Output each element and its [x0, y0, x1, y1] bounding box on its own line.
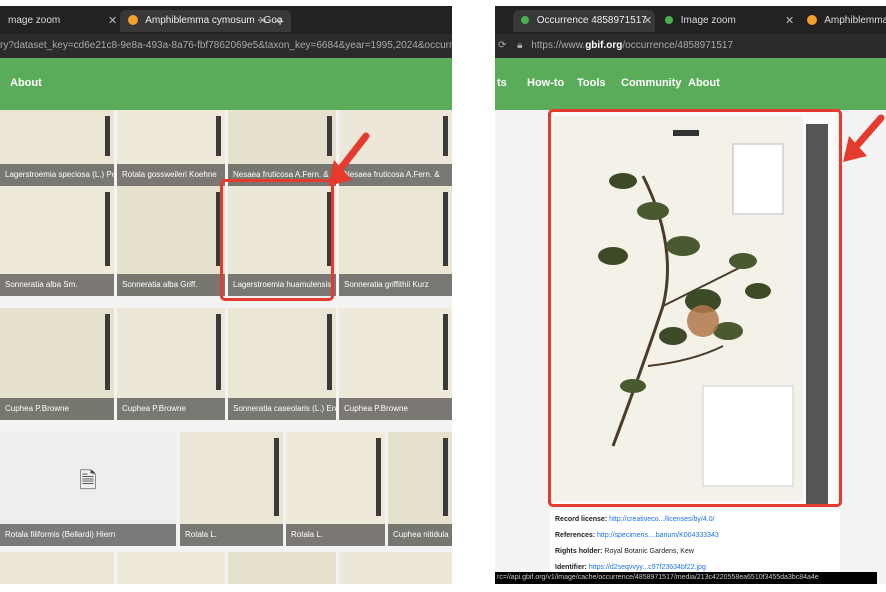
- red-arrow-icon: [843, 114, 885, 162]
- grid-item-caption: Sonneratia alba Griff.: [117, 274, 225, 296]
- grid-item[interactable]: Cuphea P.Browne: [0, 308, 114, 420]
- grid-item-caption: Rotala L.: [286, 524, 385, 546]
- close-icon[interactable]: ✕: [643, 10, 652, 32]
- right-browser-window: Occurrence 4858971517 ✕ Image zoom ✕ Amp…: [495, 6, 886, 584]
- right-tab-bar: Occurrence 4858971517 ✕ Image zoom ✕ Amp…: [495, 6, 886, 34]
- grid-item[interactable]: Rotala L.: [286, 432, 385, 546]
- grid-item-caption: Sonneratia griffithii Kurz: [339, 274, 452, 296]
- tab-label: Occurrence 4858971517: [536, 15, 647, 26]
- specimen-thumbnail: [339, 552, 452, 584]
- scale-ruler: [443, 192, 448, 266]
- close-icon[interactable]: ✕: [258, 10, 267, 32]
- grid-item[interactable]: Sonneratia griffithii Kurz: [339, 186, 452, 296]
- grid-item[interactable]: Sonneratia alba Griff.: [117, 186, 225, 296]
- grid-item-caption: Lagerstroemia speciosa (L.) Pers.: [0, 164, 114, 186]
- tab-label: Image zoom: [680, 15, 736, 26]
- reload-icon[interactable]: ⟳: [498, 40, 506, 51]
- red-arrow-icon: [328, 132, 370, 186]
- grid-item[interactable]: [228, 552, 336, 584]
- scale-ruler: [105, 192, 110, 266]
- close-icon[interactable]: ✕: [108, 10, 117, 32]
- nav-community-link[interactable]: Community: [621, 77, 682, 89]
- gbif-favicon-icon: [128, 15, 138, 26]
- specimen-thumbnail: [228, 552, 336, 584]
- nav-howto-link[interactable]: How-to: [527, 77, 564, 89]
- grid-item[interactable]: [117, 552, 225, 584]
- nav-about-link[interactable]: About: [10, 77, 42, 89]
- status-bar: rc=//api.gbif.org/v1/image/cache/occurre…: [495, 572, 877, 584]
- highlight-box: [220, 179, 334, 301]
- close-icon[interactable]: ✕: [785, 10, 794, 32]
- grid-item[interactable]: Sonneratia alba Sm.: [0, 186, 114, 296]
- right-address-bar[interactable]: ⟳ 🔒︎ https://www.gbif.org/occurrence/485…: [495, 34, 886, 58]
- lock-icon[interactable]: 🔒︎: [517, 40, 522, 51]
- right-site-navbar: ts How-to Tools Community About: [495, 58, 886, 110]
- left-site-navbar: About: [0, 58, 452, 110]
- status-url: rc=//api.gbif.org/v1/image/cache/occurre…: [497, 574, 819, 581]
- nav-datasets-link[interactable]: ts: [497, 77, 507, 89]
- grid-item-caption: Rotala filiformis (Bellardi) Hiern: [0, 524, 176, 546]
- grid-item-caption: Rotala L.: [180, 524, 283, 546]
- tab-label: mage zoom: [8, 15, 61, 26]
- scale-ruler: [105, 116, 110, 156]
- scale-ruler: [443, 314, 448, 390]
- highlight-box: [548, 109, 842, 507]
- detail-record-license: Record license: http://creativeco.../lic…: [555, 516, 715, 523]
- left-address-bar[interactable]: ry?dataset_key=cd6e21c8-9e8a-493a-8a76-f…: [0, 34, 452, 58]
- scale-ruler: [105, 314, 110, 390]
- left-browser-window: mage zoom ✕ Amphiblemma cymosum - Goo ✕ …: [0, 6, 452, 584]
- grid-item[interactable]: [339, 552, 452, 584]
- document-icon: 🗎: [79, 468, 97, 494]
- grid-item[interactable]: Lagerstroemia speciosa (L.) Pers.: [0, 110, 114, 186]
- right-tab-image-zoom[interactable]: Image zoom: [657, 10, 744, 32]
- right-tab-amphiblemma[interactable]: Amphiblemma: [799, 10, 886, 32]
- grid-item-caption: Cuphea P.Browne: [339, 398, 452, 420]
- right-tab-occurrence[interactable]: Occurrence 4858971517: [513, 10, 655, 32]
- grid-item-caption: Sonneratia caseolaris (L.) Engl.: [228, 398, 336, 420]
- specimen-thumbnail: [117, 552, 225, 584]
- left-tab-bar: mage zoom ✕ Amphiblemma cymosum - Goo ✕ …: [0, 6, 452, 34]
- grid-item[interactable]: Cuphea P.Browne: [117, 308, 225, 420]
- new-tab-icon[interactable]: +: [276, 10, 284, 32]
- grid-item-caption: Cuphea nitidula: [388, 524, 452, 546]
- detail-references: References: http://specimens....barium/K…: [555, 532, 719, 539]
- grid-item[interactable]: Cuphea nitidula: [388, 432, 452, 546]
- grid-item-caption: Rotala gossweileri Koehne: [117, 164, 225, 186]
- grid-item[interactable]: Cuphea P.Browne: [339, 308, 452, 420]
- gbif-leaf-icon: [521, 16, 529, 25]
- grid-item[interactable]: Rotala gossweileri Koehne: [117, 110, 225, 186]
- nav-tools-link[interactable]: Tools: [577, 77, 606, 89]
- scale-ruler: [443, 438, 448, 516]
- gbif-favicon-icon: [807, 15, 817, 26]
- nav-about-link[interactable]: About: [688, 77, 720, 89]
- address-url-domain: gbif.org: [585, 40, 623, 51]
- left-tab-image-zoom[interactable]: mage zoom: [0, 10, 68, 32]
- detail-identifier: Identifier: https://d2seqvvyy...c57f2363…: [555, 564, 706, 571]
- specimen-thumbnail: [0, 552, 114, 584]
- scale-ruler: [327, 314, 332, 390]
- grid-item-caption: Cuphea P.Browne: [0, 398, 114, 420]
- grid-item[interactable]: 🗎 Rotala filiformis (Bellardi) Hiern: [0, 432, 176, 546]
- gbif-leaf-icon: [665, 16, 673, 25]
- scale-ruler: [216, 116, 221, 156]
- detail-rights-holder: Rights holder: Royal Botanic Gardens, Ke…: [555, 548, 694, 555]
- grid-item-caption: Sonneratia alba Sm.: [0, 274, 114, 296]
- tab-label: Amphiblemma: [824, 15, 886, 26]
- grid-item[interactable]: Nesaea fruticosa A.Fern. & Diniz: [228, 110, 336, 186]
- scale-ruler: [216, 314, 221, 390]
- scale-ruler: [274, 438, 279, 516]
- scale-ruler: [443, 116, 448, 156]
- address-url-prefix: https://www.: [531, 40, 586, 51]
- grid-item[interactable]: Sonneratia caseolaris (L.) Engl.: [228, 308, 336, 420]
- address-url: ry?dataset_key=cd6e21c8-9e8a-493a-8a76-f…: [0, 40, 452, 51]
- grid-item[interactable]: Rotala L.: [180, 432, 283, 546]
- grid-item[interactable]: [0, 552, 114, 584]
- address-url-path: /occurrence/4858971517: [622, 40, 734, 51]
- grid-item-caption: Cuphea P.Browne: [117, 398, 225, 420]
- scale-ruler: [376, 438, 381, 516]
